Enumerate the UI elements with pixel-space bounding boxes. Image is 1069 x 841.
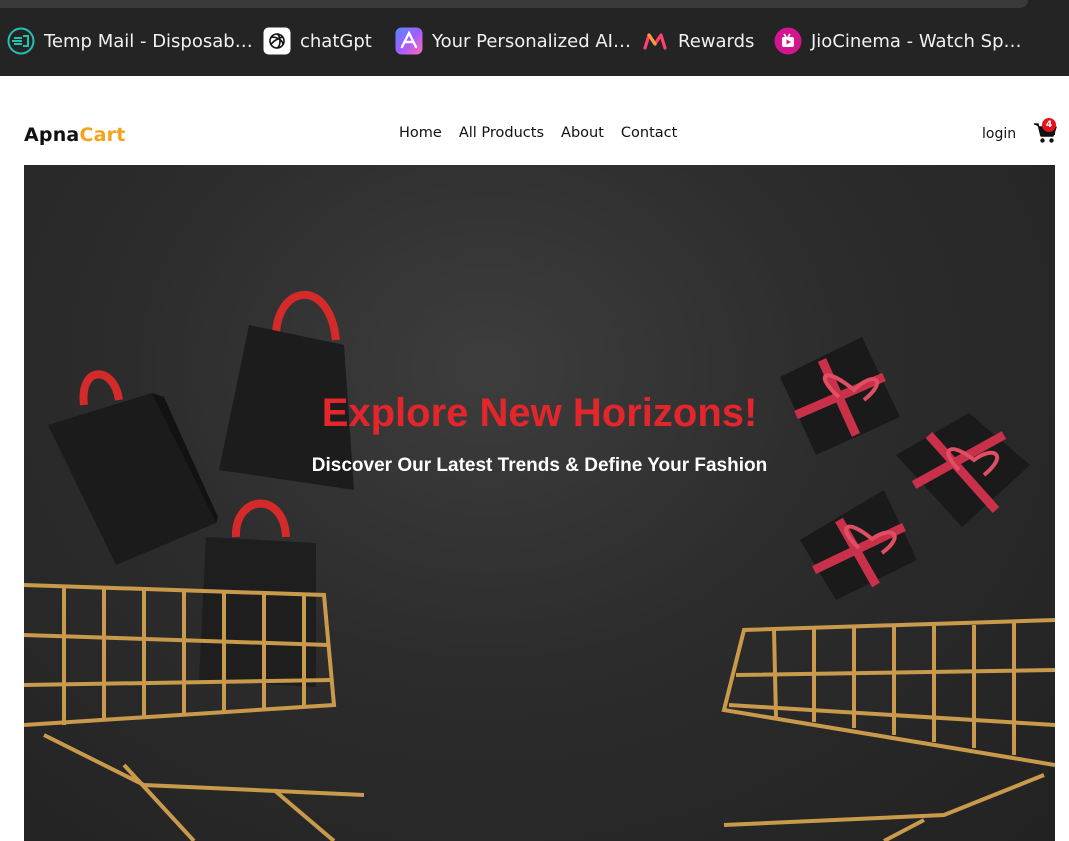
jiocinema-icon [774,27,802,55]
tab-strip [0,0,1028,8]
bookmark-temp-mail[interactable]: Temp Mail - Disposab… [7,26,253,56]
bookmark-label: Your Personalized AI… [432,30,631,52]
cart-count-badge: 4 [1042,118,1056,132]
hero-title: Explore New Horizons! [321,391,758,435]
nav-all-products[interactable]: All Products [459,125,544,141]
hero-subtitle: Discover Our Latest Trends & Define Your… [311,455,768,476]
bookmark-personalized-ai[interactable]: Your Personalized AI… [395,26,631,56]
site-logo[interactable]: ApnaCart [24,124,125,146]
nav-home[interactable]: Home [399,125,442,141]
chatgpt-icon [263,27,291,55]
nav-links: Home All Products About Contact [399,125,677,141]
bookmarks-bar: Temp Mail - Disposab… chatGpt Your Perso… [0,0,1069,76]
logo-primary-text: Apna [24,124,80,146]
bookmark-label: chatGpt [300,30,372,52]
bookmark-jiocinema[interactable]: JioCinema - Watch Sp… [774,26,1022,56]
bookmark-rewards[interactable]: Rewards [641,26,754,56]
gift-box-illustration [800,490,917,600]
bookmark-label: JioCinema - Watch Sp… [811,30,1022,52]
nav-about[interactable]: About [561,125,604,141]
bookmark-label: Temp Mail - Disposab… [44,30,253,52]
ai-assistant-icon [395,27,423,55]
rewards-icon [643,33,667,50]
nav-contact[interactable]: Contact [621,125,677,141]
bookmark-chatgpt[interactable]: chatGpt [263,26,372,56]
bookmark-label: Rewards [678,30,755,52]
temp-mail-icon [7,27,35,55]
hero-background-image [24,291,1055,841]
hero-banner: Explore New Horizons! Discover Our Lates… [24,165,1055,841]
logo-accent-text: Cart [79,124,126,146]
site-navbar: ApnaCart Home All Products About Contact… [0,76,1069,164]
shopping-cart-illustration [721,618,1055,841]
login-link[interactable]: login [982,126,1016,142]
